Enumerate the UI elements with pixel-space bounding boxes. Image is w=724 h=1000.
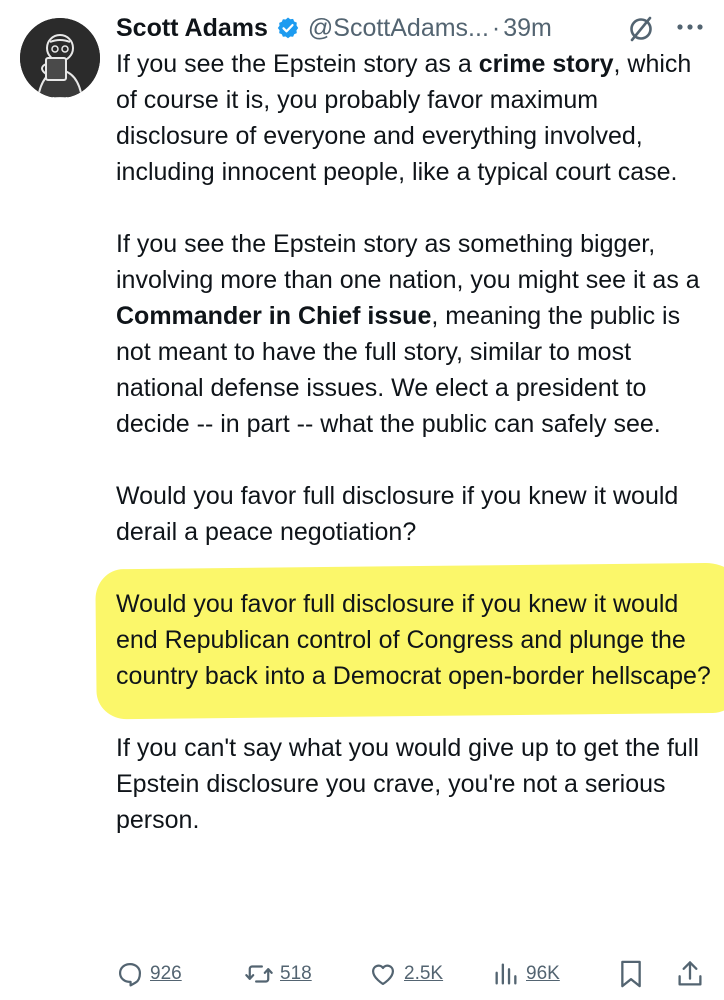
repost-icon [245,965,273,983]
like-count: 2.5K [404,963,444,984]
post-paragraph-3: Would you favor full disclosure if you k… [116,482,679,546]
reply-count: 926 [150,963,182,984]
views-icon [495,963,517,985]
bold-text-commander-in-chief: Commander in Chief issue [116,302,432,330]
heart-icon [371,964,395,986]
share-icon [678,961,702,986]
share-button[interactable] [676,954,704,994]
reply-icon [118,962,142,987]
avatar-coffee-mug-icon [20,18,100,98]
views-button[interactable]: 96K [492,954,560,994]
post-paragraph-1: If you see the Epstein story as a crime … [116,46,716,190]
more-icon[interactable] [672,12,712,42]
highlighted-text: Would you favor full disclosure if you k… [116,590,711,690]
reply-button[interactable]: 926 [116,954,182,994]
post-timestamp[interactable]: 39m [503,14,552,43]
author-handle[interactable]: @ScottAdams... [308,14,489,43]
post-body: If you see the Epstein story as a crime … [95,46,724,838]
separator-dot: · [491,13,501,42]
verified-badge-icon [276,16,300,40]
action-bar: 926 518 2.5K 96K [0,954,724,994]
text-run: If you see the Epstein story as somethin… [116,230,700,294]
bookmark-icon [621,960,641,988]
post-paragraph-5: If you can't say what you would give up … [116,734,699,834]
repost-button[interactable]: 518 [244,954,312,994]
like-button[interactable]: 2.5K [368,954,443,994]
text-run: If you see the Epstein story as a [116,50,479,78]
bookmark-button[interactable] [618,954,644,994]
author-name[interactable]: Scott Adams [116,14,268,43]
bold-text-crime-story: crime story [478,50,614,78]
grok-icon[interactable] [626,14,656,44]
post-paragraph-2: If you see the Epstein story as somethin… [116,226,716,442]
repost-count: 518 [280,963,312,984]
post-paragraph-4-highlighted: Would you favor full disclosure if you k… [95,562,724,720]
avatar[interactable] [20,18,100,98]
views-count: 96K [526,963,560,984]
